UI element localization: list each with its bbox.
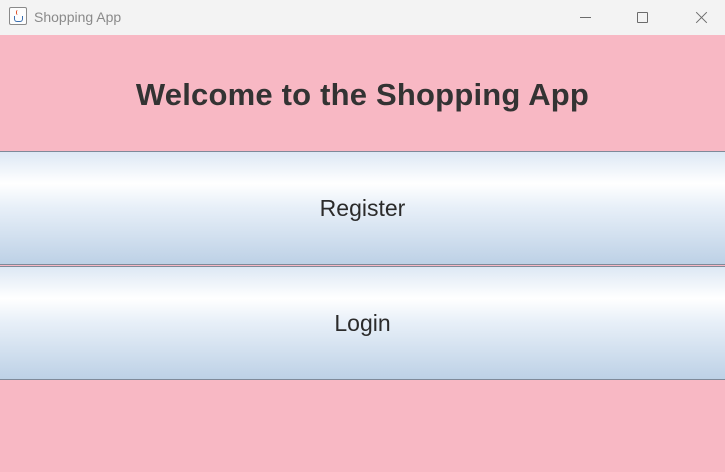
minimize-icon (579, 17, 591, 18)
app-window: Shopping App Welcome to the Shopping App… (0, 0, 725, 472)
title-bar[interactable]: Shopping App (0, 0, 725, 35)
register-button-label: Register (319, 194, 406, 221)
java-cup-icon (9, 7, 27, 25)
minimize-button[interactable] (562, 0, 608, 35)
maximize-button[interactable] (619, 0, 665, 35)
content-panel: Welcome to the Shopping App Register Log… (0, 35, 725, 472)
login-button-label: Login (334, 309, 391, 336)
welcome-heading-text: Welcome to the Shopping App (135, 77, 590, 112)
maximize-icon (636, 12, 648, 23)
welcome-heading: Welcome to the Shopping App (0, 35, 725, 151)
close-icon (695, 11, 708, 24)
register-button[interactable]: Register (0, 151, 725, 265)
window-title: Shopping App (34, 9, 122, 25)
login-button[interactable]: Login (0, 266, 725, 380)
close-button[interactable] (678, 0, 724, 35)
